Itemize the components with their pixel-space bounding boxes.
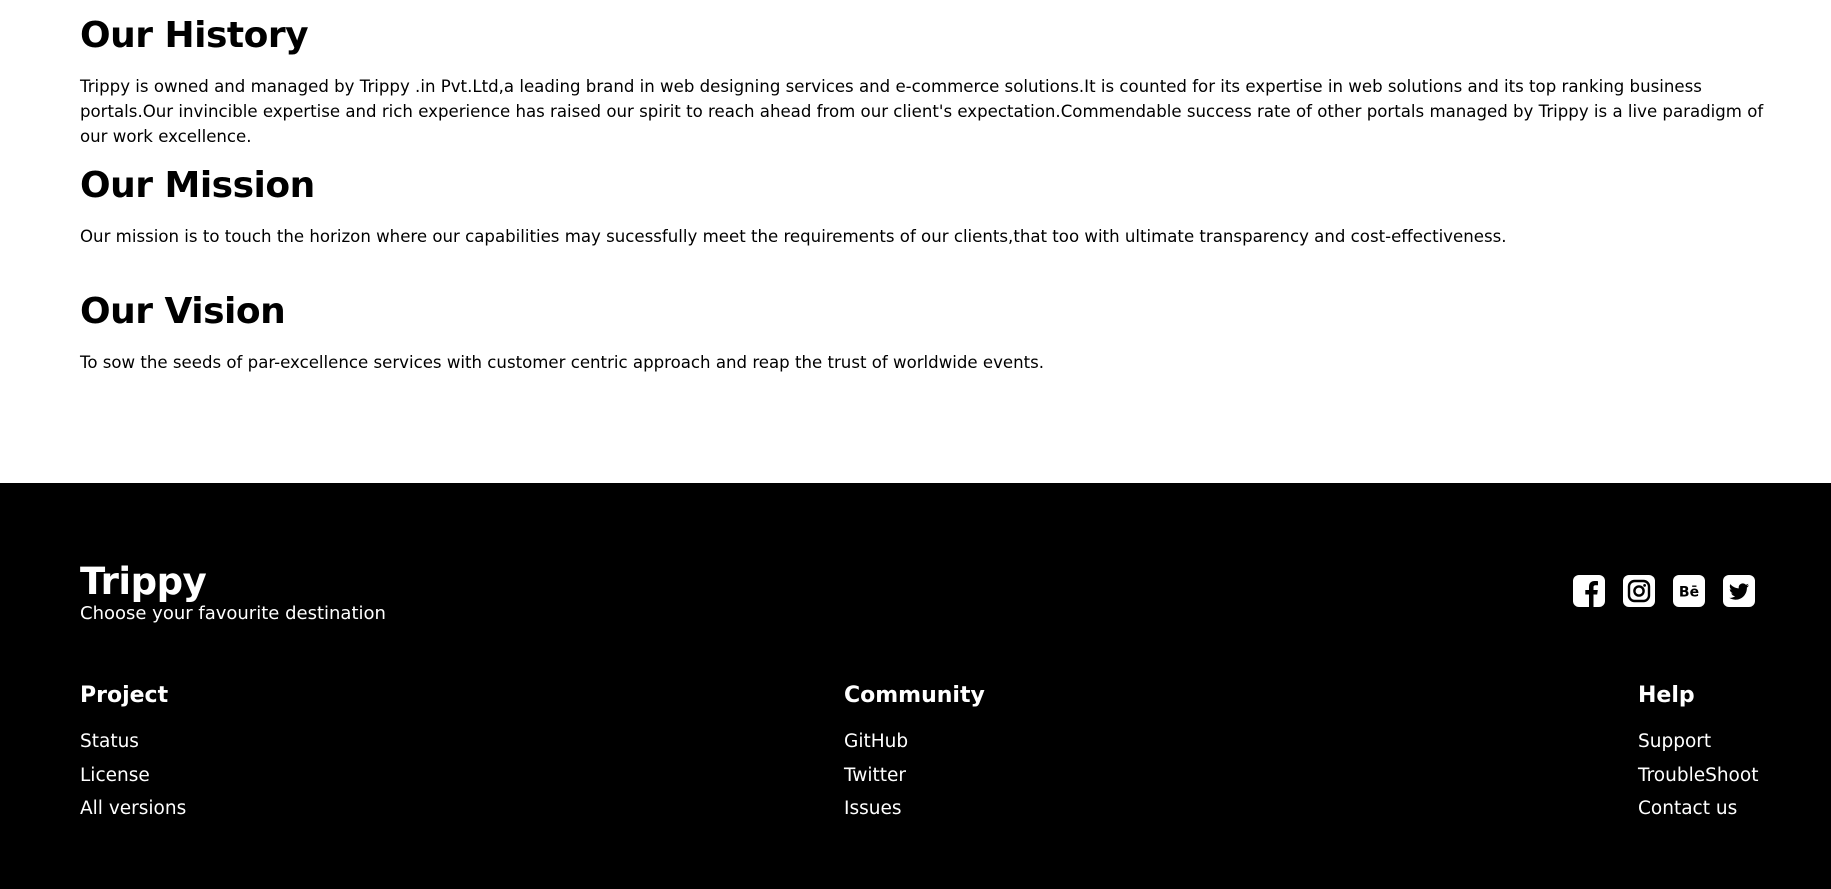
facebook-icon[interactable]	[1572, 574, 1606, 608]
footer-link-github[interactable]: GitHub	[844, 725, 985, 759]
footer-link-issues[interactable]: Issues	[844, 792, 985, 826]
footer-link-contact-us[interactable]: Contact us	[1638, 792, 1758, 826]
social-links: Bē	[1572, 574, 1756, 608]
footer-column-project: Project Status License All versions	[80, 683, 186, 826]
footer-link-license[interactable]: License	[80, 759, 186, 793]
footer-link-troubleshoot[interactable]: TroubleShoot	[1638, 759, 1758, 793]
footer-link-support[interactable]: Support	[1638, 725, 1758, 759]
history-text: Trippy is owned and managed by Trippy .i…	[80, 77, 1764, 146]
footer-link-all-versions[interactable]: All versions	[80, 792, 186, 826]
vision-text: To sow the seeds of par-excellence servi…	[80, 353, 1045, 372]
svg-text:Bē: Bē	[1679, 585, 1699, 601]
footer-link-status[interactable]: Status	[80, 725, 186, 759]
footer-logo[interactable]: Trippy	[80, 561, 386, 603]
footer: Trippy Choose your favourite destination…	[0, 483, 1831, 889]
vision-heading: Our Vision	[80, 291, 286, 332]
instagram-icon[interactable]	[1622, 574, 1656, 608]
mission-heading: Our Mission	[80, 165, 315, 206]
footer-column-community: Community GitHub Twitter Issues	[844, 683, 985, 826]
footer-tagline: Choose your favourite destination	[80, 603, 386, 624]
history-section: Our History Trippy is owned and managed …	[80, 14, 1780, 149]
history-heading: Our History	[80, 15, 309, 56]
mission-section: Our Mission Our mission is to touch the …	[80, 164, 1507, 249]
footer-column-title: Community	[844, 683, 985, 708]
footer-column-help: Help Support TroubleShoot Contact us	[1638, 683, 1758, 826]
footer-link-twitter[interactable]: Twitter	[844, 759, 985, 793]
vision-section: Our Vision To sow the seeds of par-excel…	[80, 290, 1044, 375]
behance-icon[interactable]: Bē	[1672, 574, 1706, 608]
footer-brand: Trippy Choose your favourite destination	[80, 561, 386, 625]
mission-text: Our mission is to touch the horizon wher…	[80, 227, 1507, 246]
footer-column-title: Help	[1638, 683, 1695, 708]
footer-column-title: Project	[80, 683, 169, 708]
twitter-icon[interactable]	[1722, 574, 1756, 608]
